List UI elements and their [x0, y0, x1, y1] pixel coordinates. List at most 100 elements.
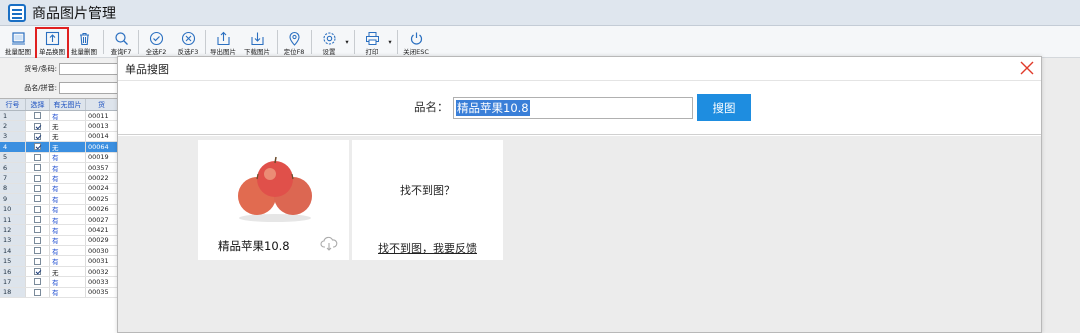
stack-icon: [10, 30, 26, 46]
code-cell: 00357: [86, 162, 118, 173]
row-checkbox[interactable]: [34, 184, 41, 192]
row-checkbox[interactable]: [34, 288, 41, 296]
settings-dropdown[interactable]: ▾: [343, 26, 351, 58]
row-select-cell[interactable]: [26, 246, 50, 256]
row-select-cell[interactable]: [26, 162, 50, 173]
table-row[interactable]: 4 无 00064: [0, 142, 118, 153]
settings-button[interactable]: 设置: [313, 26, 345, 58]
table-row[interactable]: 15 有 00031: [0, 256, 118, 267]
header-select[interactable]: 选择: [26, 99, 50, 110]
product-grid: 行号 选择 有无图片 货 1 有 00011 2 无 00013 3 无 00014 4 无 0006…: [0, 98, 118, 333]
batch-assign-button[interactable]: 批量配图: [2, 26, 34, 58]
table-row[interactable]: 5 有 00019: [0, 152, 118, 163]
row-checkbox[interactable]: [34, 153, 41, 161]
row-select-cell[interactable]: [26, 225, 50, 235]
table-row[interactable]: 7 有 00022: [0, 173, 118, 184]
table-row[interactable]: 3 无 00014: [0, 131, 118, 143]
row-select-cell[interactable]: [26, 142, 50, 152]
table-row[interactable]: 10 有 00026: [0, 204, 118, 215]
row-select-cell[interactable]: [26, 152, 50, 162]
table-row[interactable]: 1 有 00011: [0, 111, 118, 122]
table-row[interactable]: 8 有 00024: [0, 183, 118, 195]
table-row[interactable]: 17 有 00033: [0, 277, 118, 288]
grid-header: 行号 选择 有无图片 货: [0, 99, 118, 111]
row-checkbox[interactable]: [34, 132, 41, 140]
print-dropdown[interactable]: ▾: [386, 26, 394, 58]
row-select-cell[interactable]: [26, 214, 50, 225]
row-select-cell[interactable]: [26, 194, 50, 204]
search-bar: 品名： 精品苹果10.8 搜图: [118, 81, 1041, 135]
print-button[interactable]: 打印: [356, 26, 388, 58]
row-checkbox[interactable]: [34, 143, 41, 151]
row-checkbox[interactable]: [34, 174, 41, 182]
has-image-cell: 无: [50, 131, 86, 142]
row-checkbox[interactable]: [34, 278, 41, 286]
close-icon[interactable]: [1019, 60, 1035, 76]
row-number: 9: [0, 194, 26, 204]
row-select-cell[interactable]: [26, 121, 50, 131]
has-image-cell: 无: [50, 142, 86, 152]
row-select-cell[interactable]: [26, 204, 50, 214]
row-number: 12: [0, 225, 26, 235]
header-row-no[interactable]: 行号: [0, 99, 26, 110]
gear-icon: [321, 30, 337, 46]
row-checkbox[interactable]: [34, 205, 41, 213]
has-image-cell: 有: [50, 111, 86, 121]
name-input[interactable]: [59, 82, 118, 94]
table-row[interactable]: 13 有 00029: [0, 235, 118, 247]
invert-select-button[interactable]: 反选F3: [172, 26, 204, 58]
row-checkbox[interactable]: [34, 112, 41, 120]
code-cell: 00421: [86, 225, 118, 235]
row-number: 7: [0, 173, 26, 183]
table-row[interactable]: 16 无 00032: [0, 266, 118, 278]
table-row[interactable]: 12 有 00421: [0, 225, 118, 236]
result-card[interactable]: 精品苹果10.8: [198, 140, 349, 260]
batch-delete-button[interactable]: 批量删图: [68, 26, 100, 58]
toolbar-divider: [205, 30, 206, 54]
row-number: 5: [0, 152, 26, 162]
query-button[interactable]: 查询F7: [106, 26, 136, 58]
row-select-cell[interactable]: [26, 277, 50, 287]
row-select-cell[interactable]: [26, 287, 50, 298]
trash-icon: [76, 30, 92, 46]
row-checkbox[interactable]: [34, 257, 41, 265]
feedback-link[interactable]: 找不到图，我要反馈: [352, 240, 503, 256]
has-image-cell: 有: [50, 204, 86, 214]
row-checkbox[interactable]: [34, 247, 41, 255]
table-row[interactable]: 18 有 00035: [0, 287, 118, 299]
code-input[interactable]: [59, 63, 118, 75]
table-row[interactable]: 9 有 00025: [0, 194, 118, 205]
search-button[interactable]: 搜图: [697, 94, 751, 121]
row-select-cell[interactable]: [26, 266, 50, 277]
table-row[interactable]: 6 有 00357: [0, 162, 118, 174]
row-select-cell[interactable]: [26, 131, 50, 142]
code-cell: 00064: [86, 142, 118, 152]
table-row[interactable]: 14 有 00030: [0, 246, 118, 257]
row-select-cell[interactable]: [26, 256, 50, 266]
select-all-button[interactable]: 全选F2: [140, 26, 172, 58]
app-title: 商品图片管理: [32, 5, 116, 22]
table-row[interactable]: 11 有 00027: [0, 214, 118, 226]
row-checkbox[interactable]: [34, 164, 41, 172]
row-select-cell[interactable]: [26, 111, 50, 121]
row-checkbox[interactable]: [34, 236, 41, 244]
row-select-cell[interactable]: [26, 173, 50, 183]
header-code[interactable]: 货: [86, 99, 118, 110]
cloud-download-icon[interactable]: [320, 236, 338, 252]
row-checkbox[interactable]: [34, 268, 41, 276]
search-input[interactable]: 精品苹果10.8: [453, 97, 693, 119]
row-select-cell[interactable]: [26, 235, 50, 246]
row-checkbox[interactable]: [34, 226, 41, 234]
row-select-cell[interactable]: [26, 183, 50, 194]
download-images-button[interactable]: 下载图片: [240, 26, 274, 58]
export-images-button[interactable]: 导出图片: [207, 26, 239, 58]
row-checkbox[interactable]: [34, 216, 41, 224]
row-checkbox[interactable]: [34, 122, 41, 130]
row-checkbox[interactable]: [34, 195, 41, 203]
close-button[interactable]: 关闭ESC: [400, 26, 432, 58]
code-cell: 00026: [86, 204, 118, 214]
locate-button[interactable]: 定位F8: [279, 26, 309, 58]
search-icon: [113, 30, 129, 46]
table-row[interactable]: 2 无 00013: [0, 121, 118, 132]
header-has-image[interactable]: 有无图片: [50, 99, 86, 110]
